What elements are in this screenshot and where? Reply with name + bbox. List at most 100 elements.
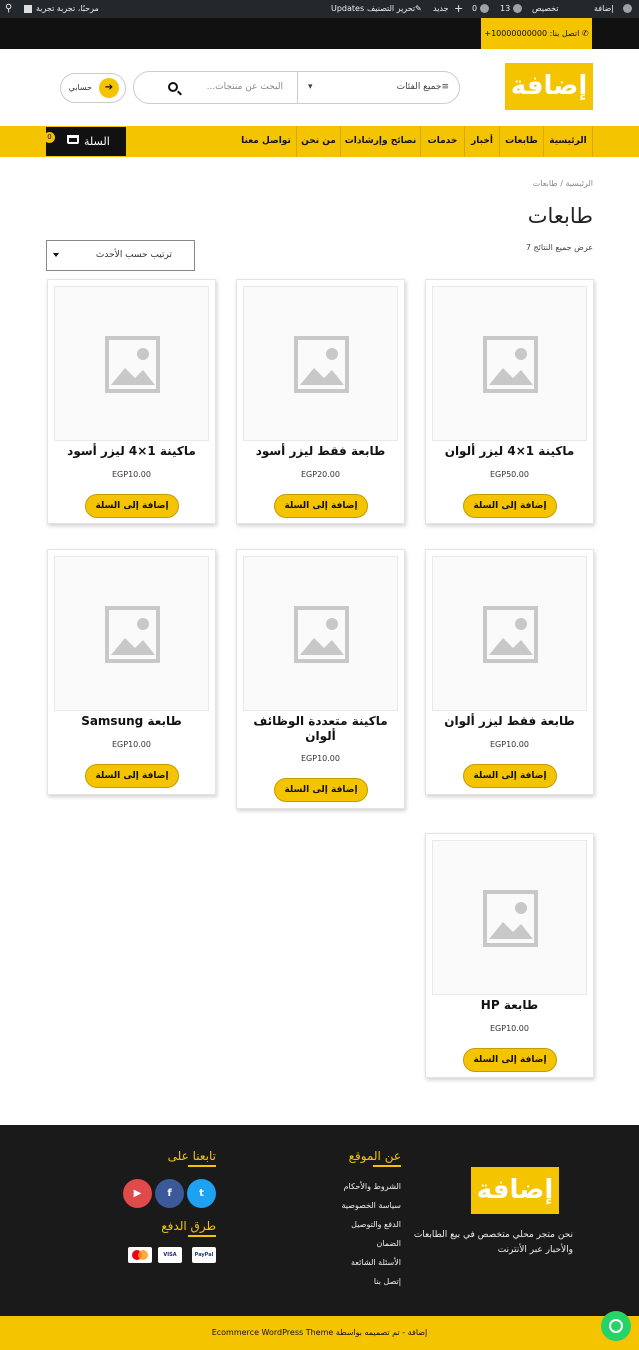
add-to-cart-button[interactable]: إضافة إلى السلة xyxy=(463,494,557,518)
my-account-button[interactable]: ➔ حسابي xyxy=(60,73,126,103)
copyright-bar: إضافة - تم تصميمه بواسطة Ecommerce WordP… xyxy=(0,1316,639,1350)
nav-divider xyxy=(296,126,297,157)
admin-customize[interactable]: تخصيص xyxy=(532,0,559,18)
youtube-icon[interactable]: ▶ xyxy=(123,1179,152,1208)
product-card[interactable]: ماكينة متعددة الوظائف ألوان EGP10.00 إضا… xyxy=(236,549,405,809)
product-image-placeholder[interactable] xyxy=(432,286,587,441)
product-price: EGP10.00 xyxy=(112,740,151,749)
cart-icon xyxy=(67,135,79,144)
wordpress-logo-icon[interactable] xyxy=(623,0,632,18)
product-image-placeholder[interactable] xyxy=(432,840,587,995)
footer-follow-heading: تابعنا على xyxy=(167,1149,217,1167)
product-card[interactable]: طابعة HP EGP10.00 إضافة إلى السلة xyxy=(425,833,594,1078)
nav-divider xyxy=(499,126,500,157)
whatsapp-icon[interactable] xyxy=(601,1311,631,1341)
updates-icon[interactable] xyxy=(513,0,522,18)
nav-divider xyxy=(464,126,465,157)
product-price: EGP10.00 xyxy=(112,470,151,479)
site-logo[interactable]: إضافة xyxy=(505,63,593,110)
pencil-icon[interactable]: ✎ xyxy=(415,0,422,18)
call-us-box[interactable]: ✆ اتصل بنا: 10000000000+ xyxy=(481,18,592,49)
result-count: عرض جميع النتائج 7 xyxy=(525,243,593,252)
nav-item-printers[interactable]: طابعات xyxy=(500,126,543,157)
admin-new[interactable]: جديد xyxy=(433,0,449,18)
comments-icon[interactable] xyxy=(480,0,489,18)
cart-button[interactable]: 0 السلة xyxy=(44,127,126,156)
product-card[interactable]: طابعة فقط ليزر أسود EGP20.00 إضافة إلى ا… xyxy=(236,279,405,524)
nav-item-about[interactable]: من نحن xyxy=(297,126,340,157)
product-name[interactable]: ماكينة 1×4 ليزر أسود xyxy=(52,444,211,459)
nav-divider xyxy=(592,126,593,157)
search-input[interactable]: البحث عن منتجات... xyxy=(207,72,283,103)
product-price: EGP10.00 xyxy=(490,1024,529,1033)
product-name[interactable]: طابعة Samsung xyxy=(52,714,211,729)
plus-icon[interactable]: + xyxy=(454,0,463,18)
paypal-icon: PayPal xyxy=(192,1247,216,1263)
product-card[interactable]: طابعة Samsung EGP10.00 إضافة إلى السلة xyxy=(47,549,216,795)
product-card[interactable]: ماكينة 1×4 ليزر ألوان EGP50.00 إضافة إلى… xyxy=(425,279,594,524)
product-name[interactable]: طابعة فقط ليزر أسود xyxy=(241,444,400,459)
breadcrumb[interactable]: الرئيسية / طابعات xyxy=(533,179,593,188)
footer-link-terms[interactable]: الشروط والأحكام xyxy=(344,1182,401,1191)
footer-site-heading: عن الموقع xyxy=(348,1149,402,1167)
add-to-cart-button[interactable]: إضافة إلى السلة xyxy=(274,778,368,802)
nav-divider xyxy=(340,126,341,157)
product-card[interactable]: طابعة فقط ليزر ألوان EGP10.00 إضافة إلى … xyxy=(425,549,594,795)
search-form: ≡جميع الفئات ▾ البحث عن منتجات... xyxy=(133,71,460,104)
category-select-label: جميع الفئات xyxy=(396,82,442,92)
footer-link-privacy[interactable]: سياسة الخصوصية xyxy=(342,1201,401,1210)
my-account-label: حسابي xyxy=(68,83,92,92)
nav-divider xyxy=(543,126,544,157)
product-image-placeholder[interactable] xyxy=(243,556,398,711)
footer-link-warranty[interactable]: الضمان xyxy=(376,1239,401,1248)
facebook-icon[interactable]: f xyxy=(155,1179,184,1208)
menu-icon: ≡ xyxy=(441,82,449,92)
admin-updates-count[interactable]: 13 xyxy=(500,0,510,18)
product-name[interactable]: طابعة HP xyxy=(430,998,589,1013)
cart-count-badge: 0 xyxy=(44,132,55,143)
nav-item-news[interactable]: أخبار xyxy=(465,126,499,157)
product-name[interactable]: ماكينة متعددة الوظائف ألوان xyxy=(241,714,400,744)
search-icon[interactable]: ⚲ xyxy=(5,0,12,18)
mastercard-icon xyxy=(128,1247,152,1263)
product-image-placeholder[interactable] xyxy=(243,286,398,441)
add-to-cart-button[interactable]: إضافة إلى السلة xyxy=(85,764,179,788)
call-us-text: اتصل بنا: 10000000000+ xyxy=(484,29,580,38)
sort-select[interactable]: ترتيب حسب الأحدث xyxy=(46,240,195,271)
admin-updates[interactable]: Updates xyxy=(331,0,364,18)
site-footer: إضافة نحن متجر محلي متخصص في بيع الطابعا… xyxy=(0,1125,639,1316)
twitter-icon[interactable]: t xyxy=(187,1179,216,1208)
category-select[interactable]: ≡جميع الفئات ▾ xyxy=(297,72,459,103)
product-image-placeholder[interactable] xyxy=(54,556,209,711)
footer-link-faq[interactable]: الأسئلة الشائعة xyxy=(351,1258,401,1267)
add-to-cart-button[interactable]: إضافة إلى السلة xyxy=(85,494,179,518)
nav-item-contact[interactable]: تواصل معنا xyxy=(236,126,296,157)
user-avatar[interactable] xyxy=(24,0,32,18)
admin-comments-count[interactable]: 0 xyxy=(472,0,477,18)
cart-label: السلة xyxy=(84,135,110,148)
admin-site-name[interactable]: إضافة xyxy=(594,0,614,18)
search-icon[interactable] xyxy=(168,82,178,92)
chevron-down-icon: ▾ xyxy=(308,82,313,92)
product-name[interactable]: ماكينة 1×4 ليزر ألوان xyxy=(430,444,589,459)
product-price: EGP10.00 xyxy=(301,754,340,763)
product-name[interactable]: طابعة فقط ليزر ألوان xyxy=(430,714,589,729)
admin-edit-category[interactable]: تحرير التصنيف xyxy=(367,0,415,18)
visa-icon: VISA xyxy=(158,1247,182,1263)
nav-item-services[interactable]: خدمات xyxy=(421,126,464,157)
chevron-down-icon xyxy=(53,253,59,257)
footer-link-contact[interactable]: إتصل بنا xyxy=(374,1277,401,1286)
add-to-cart-button[interactable]: إضافة إلى السلة xyxy=(274,494,368,518)
footer-link-payment-delivery[interactable]: الدفع والتوصيل xyxy=(351,1220,401,1229)
footer-logo[interactable]: إضافة xyxy=(471,1167,559,1214)
admin-greeting[interactable]: مرحبًا، تجربة تجربة xyxy=(36,0,99,18)
nav-divider xyxy=(420,126,421,157)
product-image-placeholder[interactable] xyxy=(54,286,209,441)
product-card[interactable]: ماكينة 1×4 ليزر أسود EGP10.00 إضافة إلى … xyxy=(47,279,216,524)
phone-icon: ✆ xyxy=(581,29,589,38)
product-image-placeholder[interactable] xyxy=(432,556,587,711)
nav-item-home[interactable]: الرئيسية xyxy=(544,126,592,157)
add-to-cart-button[interactable]: إضافة إلى السلة xyxy=(463,1048,557,1072)
nav-item-tips[interactable]: نصائح وإرشادات xyxy=(341,126,420,157)
add-to-cart-button[interactable]: إضافة إلى السلة xyxy=(463,764,557,788)
